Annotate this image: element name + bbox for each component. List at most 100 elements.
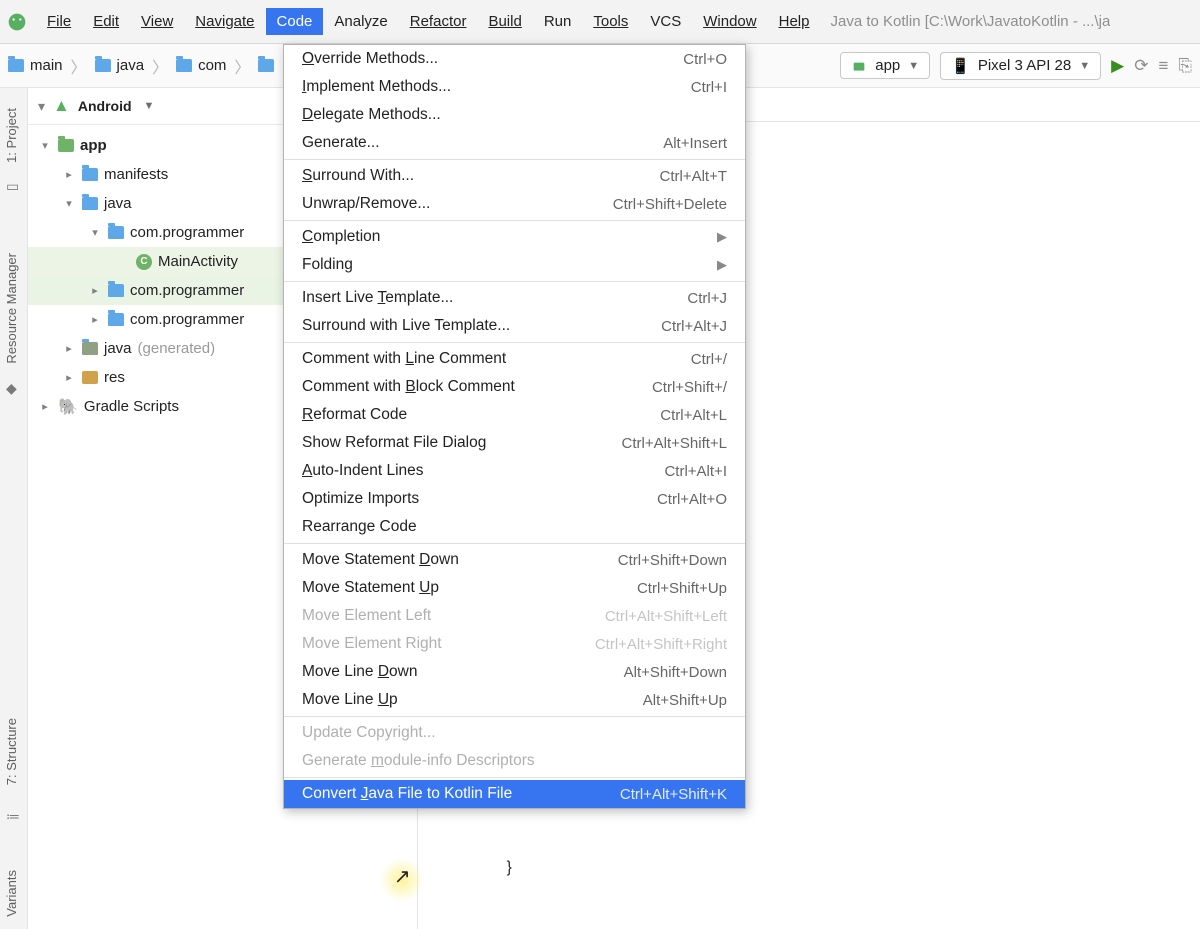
menu-item[interactable]: Delegate Methods... xyxy=(284,101,745,129)
menu-item[interactable]: Show Reformat File DialogCtrl+Alt+Shift+… xyxy=(284,429,745,457)
device-selector[interactable]: 📱 Pixel 3 API 28▼ xyxy=(940,52,1101,80)
run-config-selector[interactable]: app▼ xyxy=(840,52,930,79)
menu-analyze[interactable]: Analyze xyxy=(323,8,398,35)
menu-item[interactable]: Override Methods...Ctrl+O xyxy=(284,45,745,73)
folder-icon xyxy=(95,59,111,72)
chevron-right-icon: 〉 xyxy=(230,54,254,78)
window-title: Java to Kotlin [C:\Work\JavatoKotlin - .… xyxy=(830,13,1110,30)
title-bar: File Edit View Navigate Code Analyze Ref… xyxy=(0,0,1200,44)
menu-item[interactable]: Generate...Alt+Insert xyxy=(284,129,745,157)
breadcrumb-com[interactable]: com xyxy=(176,57,226,74)
gradle-icon: 🐘 xyxy=(58,397,78,417)
menu-item[interactable]: Move Statement DownCtrl+Shift+Down xyxy=(284,546,745,574)
menu-item[interactable]: Folding▶ xyxy=(284,251,745,279)
android-icon: ▲ xyxy=(53,96,70,116)
menu-item[interactable]: Comment with Line CommentCtrl+/ xyxy=(284,345,745,373)
menu-refactor[interactable]: Refactor xyxy=(399,8,478,35)
menu-item: Move Element LeftCtrl+Alt+Shift+Left xyxy=(284,602,745,630)
shortcut-label: Ctrl+Alt+I xyxy=(664,463,727,480)
chevron-right-icon: 〉 xyxy=(67,54,91,78)
menu-build[interactable]: Build xyxy=(477,8,532,35)
main-menu: File Edit View Navigate Code Analyze Ref… xyxy=(36,8,820,35)
menu-separator xyxy=(284,543,745,544)
shortcut-label: Ctrl+Alt+Shift+Right xyxy=(595,636,727,653)
module-icon xyxy=(58,139,74,152)
folder-icon: ▭ xyxy=(6,178,22,194)
menu-separator xyxy=(284,220,745,221)
package-icon xyxy=(108,284,124,297)
breadcrumb-java[interactable]: java xyxy=(95,57,145,74)
toolbar-icon[interactable]: ⎘ xyxy=(1178,56,1192,76)
breadcrumb-main[interactable]: main xyxy=(8,57,63,74)
menu-item[interactable]: Surround with Live Template...Ctrl+Alt+J xyxy=(284,312,745,340)
code-menu-dropdown: Override Methods...Ctrl+OImplement Metho… xyxy=(283,44,746,809)
shortcut-label: Ctrl+O xyxy=(683,51,727,68)
shortcut-label: Ctrl+Shift+/ xyxy=(652,379,727,396)
menu-item[interactable]: Reformat CodeCtrl+Alt+L xyxy=(284,401,745,429)
menu-item[interactable]: Auto-Indent LinesCtrl+Alt+I xyxy=(284,457,745,485)
package-icon xyxy=(108,226,124,239)
menu-item[interactable]: Move Statement UpCtrl+Shift+Up xyxy=(284,574,745,602)
menu-item[interactable]: Move Line UpAlt+Shift+Up xyxy=(284,686,745,714)
shortcut-label: Ctrl+/ xyxy=(691,351,727,368)
menu-edit[interactable]: Edit xyxy=(82,8,130,35)
shortcut-label: Ctrl+Alt+Shift+K xyxy=(620,786,727,803)
menu-item[interactable]: Optimize ImportsCtrl+Alt+O xyxy=(284,485,745,513)
menu-window[interactable]: Window xyxy=(692,8,767,35)
shortcut-label: Ctrl+Alt+J xyxy=(661,318,727,335)
menu-separator xyxy=(284,777,745,778)
menu-item[interactable]: Surround With...Ctrl+Alt+T xyxy=(284,162,745,190)
class-icon: C xyxy=(136,254,152,270)
menu-item: Generate module-info Descriptors xyxy=(284,747,745,775)
menu-tools[interactable]: Tools xyxy=(582,8,639,35)
left-gutter: 1: Project ▭ Resource Manager ◆ 7: Struc… xyxy=(0,88,28,929)
submenu-arrow-icon: ▶ xyxy=(717,229,727,245)
folder-icon xyxy=(8,59,24,72)
menu-item[interactable]: Move Line DownAlt+Shift+Down xyxy=(284,658,745,686)
menu-item[interactable]: Insert Live Template...Ctrl+J xyxy=(284,284,745,312)
folder-icon xyxy=(176,59,192,72)
shortcut-label: Ctrl+Alt+O xyxy=(657,491,727,508)
breadcrumb-more[interactable] xyxy=(258,59,274,72)
shortcut-label: Alt+Insert xyxy=(663,135,727,152)
side-tab-variants[interactable]: Variants xyxy=(4,870,19,917)
shortcut-label: Ctrl+Alt+Shift+Left xyxy=(605,608,727,625)
folder-icon xyxy=(82,342,98,355)
folder-icon xyxy=(82,168,98,181)
menu-separator xyxy=(284,281,745,282)
side-tab-project[interactable]: 1: Project xyxy=(4,108,19,163)
menu-view[interactable]: View xyxy=(130,8,184,35)
menu-item: Update Copyright... xyxy=(284,719,745,747)
folder-icon xyxy=(258,59,274,72)
phone-icon: 📱 xyxy=(951,57,970,75)
menu-item[interactable]: Completion▶ xyxy=(284,223,745,251)
menu-file[interactable]: File xyxy=(36,8,82,35)
menu-run[interactable]: Run xyxy=(533,8,583,35)
menu-item[interactable]: Implement Methods...Ctrl+I xyxy=(284,73,745,101)
shortcut-label: Ctrl+Shift+Up xyxy=(637,580,727,597)
package-icon xyxy=(108,313,124,326)
folder-icon xyxy=(82,197,98,210)
side-tab-structure[interactable]: 7: Structure xyxy=(4,718,19,785)
menu-help[interactable]: Help xyxy=(768,8,821,35)
android-icon xyxy=(851,58,867,74)
res-folder-icon xyxy=(82,371,98,384)
chevron-right-icon: 〉 xyxy=(148,54,172,78)
menu-navigate[interactable]: Navigate xyxy=(184,8,265,35)
menu-item[interactable]: Rearrange Code xyxy=(284,513,745,541)
menu-separator xyxy=(284,159,745,160)
side-tab-resource-manager[interactable]: Resource Manager xyxy=(4,253,19,364)
menu-item[interactable]: Comment with Block CommentCtrl+Shift+/ xyxy=(284,373,745,401)
menu-code[interactable]: Code xyxy=(266,8,324,35)
menu-item[interactable]: Convert Java File to Kotlin FileCtrl+Alt… xyxy=(284,780,745,808)
run-button[interactable]: ▶ xyxy=(1111,56,1124,76)
menu-vcs[interactable]: VCS xyxy=(639,8,692,35)
caret-down-icon: ▼ xyxy=(908,60,919,72)
submenu-arrow-icon: ▶ xyxy=(717,257,727,273)
shortcut-label: Ctrl+Alt+T xyxy=(659,168,727,185)
toolbar-icon[interactable]: ≡ xyxy=(1158,56,1168,76)
menu-item[interactable]: Unwrap/Remove...Ctrl+Shift+Delete xyxy=(284,190,745,218)
menu-separator xyxy=(284,716,745,717)
shortcut-label: Ctrl+I xyxy=(691,79,727,96)
apply-changes-icon[interactable]: ⟳ xyxy=(1134,56,1148,76)
